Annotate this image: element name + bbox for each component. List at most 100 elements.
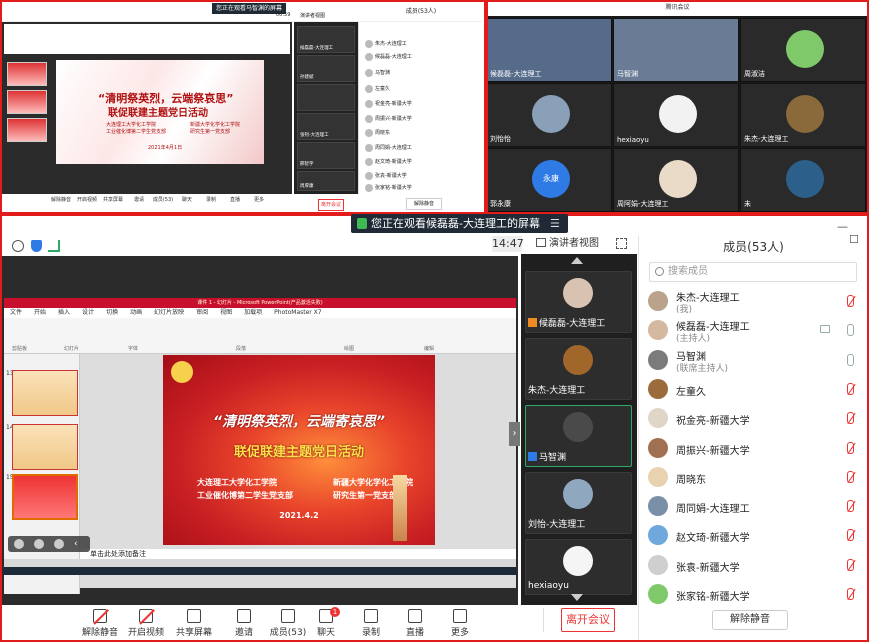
avatar bbox=[563, 345, 593, 375]
member-row[interactable]: 候磊磊-大连理工 (主持人) bbox=[646, 316, 860, 344]
video-tile[interactable]: 刘怡-大连理工 bbox=[525, 472, 632, 534]
chevron-left-icon[interactable]: ‹ bbox=[74, 539, 84, 549]
camera-icon[interactable] bbox=[820, 325, 830, 334]
toolbar-button[interactable]: 解除静音 bbox=[78, 607, 122, 638]
slide-org-left-2: 工业催化博第二学生党支部 bbox=[197, 491, 293, 500]
mic-muted-icon[interactable] bbox=[847, 441, 854, 454]
member-role: (我) bbox=[676, 305, 693, 315]
slide-org-left-1: 大连理工大学化工学院 bbox=[197, 478, 277, 487]
view-mode-button[interactable]: 演讲者视图 bbox=[536, 236, 606, 252]
ppt-tab[interactable]: 动画 bbox=[130, 309, 142, 316]
emoji-icon[interactable] bbox=[34, 539, 44, 549]
ppt-tab[interactable]: 文件 bbox=[10, 309, 22, 316]
mic-muted-icon[interactable] bbox=[847, 558, 854, 571]
toolbar-button[interactable]: 邀请 bbox=[222, 607, 266, 638]
viewing-screen-text: 您正在观看候磊磊-大连理工的屏幕 bbox=[371, 217, 540, 230]
share-screen-icon bbox=[187, 609, 201, 623]
mic-muted-icon[interactable] bbox=[847, 412, 854, 425]
ppt-tab[interactable]: 幻灯片放映 bbox=[154, 309, 184, 316]
toolbar-button[interactable]: 更多 bbox=[438, 607, 482, 638]
slide-thumbnail[interactable] bbox=[12, 424, 78, 470]
shield-icon[interactable] bbox=[31, 240, 42, 252]
mic-muted-icon[interactable] bbox=[847, 500, 854, 513]
mic-icon[interactable] bbox=[847, 353, 854, 366]
avatar bbox=[648, 349, 668, 370]
mic-muted-icon[interactable] bbox=[847, 295, 854, 307]
ppt-window-title: 课件 1 - 幻灯片 - Microsoft PowerPoint(产品激活失败… bbox=[4, 298, 516, 308]
member-role: (主持人) bbox=[676, 334, 711, 345]
party-emblem-icon bbox=[171, 361, 193, 383]
ppt-tab[interactable]: 审阅 bbox=[196, 309, 208, 316]
video-tile[interactable]: hexiaoyu bbox=[525, 539, 632, 595]
menu-icon[interactable]: ☰ bbox=[550, 214, 560, 233]
view-mode-label: 演讲者视图 bbox=[549, 238, 599, 249]
ppt-tab[interactable]: PhotoMaster X7 bbox=[274, 309, 321, 316]
toolbar-button[interactable]: 共享屏幕 bbox=[172, 607, 216, 638]
ppt-tab[interactable]: 设计 bbox=[82, 309, 94, 316]
ppt-tab[interactable]: 加载项 bbox=[244, 309, 262, 316]
member-row[interactable]: 周同娟-大连理工 bbox=[646, 492, 860, 520]
member-row[interactable]: 周晓东 bbox=[646, 463, 860, 491]
ppt-group-label: 字体 bbox=[128, 346, 139, 352]
toolbar-label: 共享屏幕 bbox=[175, 628, 212, 638]
annotate-icon[interactable] bbox=[54, 539, 64, 549]
avatar bbox=[648, 408, 668, 429]
member-search-input[interactable]: 搜索成员 bbox=[649, 262, 857, 282]
mic-muted-icon bbox=[93, 609, 107, 623]
layout-icon[interactable] bbox=[14, 539, 24, 549]
member-row[interactable]: 张袁-新疆大学 bbox=[646, 551, 860, 579]
member-name: 赵文琦-新疆大学 bbox=[676, 533, 750, 545]
scroll-up-icon[interactable] bbox=[571, 257, 583, 264]
mic-muted-icon[interactable] bbox=[847, 470, 854, 483]
toolbar-button[interactable]: 1 聊天 bbox=[304, 607, 348, 638]
member-row[interactable]: 祝金亮-新疆大学 bbox=[646, 404, 860, 432]
collapse-video-button[interactable]: › bbox=[509, 422, 520, 446]
avatar bbox=[648, 525, 668, 546]
toolbar-button[interactable]: 直播 bbox=[393, 607, 437, 638]
video-tile-name: 刘怡-大连理工 bbox=[528, 520, 586, 530]
video-tile[interactable]: 候磊磊-大连理工 bbox=[525, 271, 632, 333]
toolbar-label: 更多 bbox=[450, 628, 469, 638]
ppt-group-label: 编辑 bbox=[424, 346, 435, 352]
info-icon[interactable] bbox=[12, 240, 24, 252]
mic-muted-icon[interactable] bbox=[847, 529, 854, 542]
member-row[interactable]: 赵文琦-新疆大学 bbox=[646, 521, 860, 549]
slide-headline-2: 联促联建主题党日活动 bbox=[233, 445, 364, 460]
video-tile-label: 刘怡-大连理工 bbox=[528, 517, 585, 530]
video-tile-name: hexiaoyu bbox=[528, 581, 569, 591]
toolbar-divider bbox=[543, 608, 544, 632]
ppt-notes[interactable]: 单击此处添加备注 bbox=[80, 549, 516, 559]
mic-muted-icon[interactable] bbox=[847, 382, 854, 395]
minimize-icon[interactable]: — bbox=[837, 220, 848, 233]
maximize-icon[interactable]: ☐ bbox=[849, 233, 859, 246]
member-name: 张袁-新疆大学 bbox=[676, 562, 740, 574]
toolbar-label: 邀请 bbox=[234, 628, 253, 638]
video-tile[interactable]: 朱杰-大连理工 bbox=[525, 338, 632, 400]
signal-icon[interactable] bbox=[48, 240, 60, 252]
avatar bbox=[563, 479, 593, 509]
member-row[interactable]: 马智渊 (联席主持人) bbox=[646, 346, 860, 374]
mic-muted-icon[interactable] bbox=[847, 588, 854, 600]
unmute-all-button[interactable]: 解除静音 bbox=[712, 610, 788, 630]
pillar-decoration bbox=[393, 475, 407, 541]
toolbar-button[interactable]: 开启视频 bbox=[124, 607, 168, 638]
member-name: 周晓东 bbox=[676, 474, 706, 486]
slide-thumbnail[interactable] bbox=[12, 370, 78, 416]
ppt-tab[interactable]: 开始 bbox=[34, 309, 46, 316]
member-row[interactable]: 张家铭-新疆大学 bbox=[646, 580, 860, 608]
ppt-tab[interactable]: 插入 bbox=[58, 309, 70, 316]
video-tile-active[interactable]: 马智渊 bbox=[525, 405, 632, 467]
host-icon bbox=[528, 318, 537, 327]
member-row[interactable]: 朱杰-大连理工 (我) bbox=[646, 287, 860, 315]
mic-icon[interactable] bbox=[847, 324, 854, 337]
member-row[interactable]: 周振兴-新疆大学 bbox=[646, 434, 860, 462]
fullscreen-icon[interactable] bbox=[616, 238, 627, 249]
toolbar-button[interactable]: 录制 bbox=[349, 607, 393, 638]
scroll-down-icon[interactable] bbox=[571, 594, 583, 601]
member-row[interactable]: 左童久 bbox=[646, 375, 860, 403]
ppt-tab[interactable]: 视图 bbox=[220, 309, 232, 316]
slide-thumbnail-selected[interactable] bbox=[12, 474, 78, 520]
ppt-tab[interactable]: 切换 bbox=[106, 309, 118, 316]
avatar bbox=[648, 496, 668, 517]
leave-meeting-button[interactable]: 离开会议 bbox=[561, 608, 615, 632]
